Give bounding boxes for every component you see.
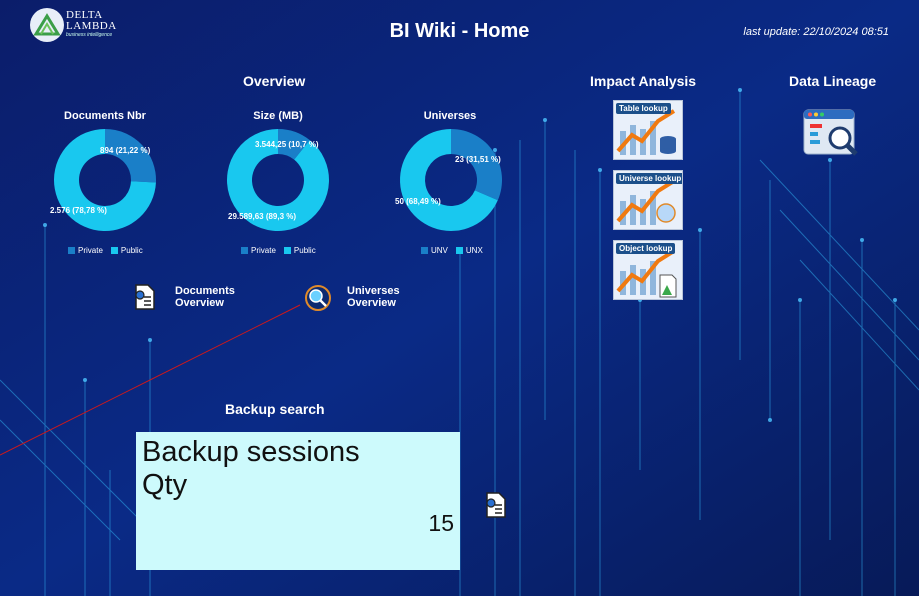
table-lookup-label: Table lookup — [616, 103, 671, 114]
legend-item-private: Private — [68, 246, 103, 255]
universe-lookup-tile[interactable]: Universe lookup — [613, 170, 683, 230]
data-lineage-button[interactable] — [802, 106, 864, 169]
donut-slice-universes-unv — [451, 129, 503, 201]
data-label-documents-private: 894 (21,22 %) — [100, 146, 151, 155]
data-label-size-public: 29.589,63 (89,3 %) — [228, 212, 297, 221]
documents-overview-link[interactable]: Documents Overview — [133, 283, 235, 316]
legend-universes: UNV UNX — [421, 246, 483, 255]
legend-item-private: Private — [241, 246, 276, 255]
legend-size: Private Public — [241, 246, 316, 255]
universe-lookup-label: Universe lookup — [616, 173, 682, 184]
document-search-icon — [135, 284, 155, 310]
data-label-universes-unv: 23 (31,51 %) — [455, 155, 501, 164]
backup-search-button[interactable] — [484, 491, 508, 524]
documents-overview-label-line1: Documents — [175, 285, 235, 297]
impact-analysis-heading: Impact Analysis — [590, 73, 697, 89]
legend-item-public: Public — [110, 246, 143, 255]
data-label-documents-public: 2.576 (78,78 %) — [50, 206, 107, 215]
data-label-universes-unx: 50 (68,49 %) — [395, 197, 441, 206]
universes-overview-label-line2: Overview — [347, 297, 396, 309]
data-lineage-icon — [803, 109, 858, 156]
donut-slice-documents-nbr-private — [105, 129, 156, 183]
documents-overview-label-line2: Overview — [175, 297, 224, 309]
backup-sessions-label-line2: Qty — [142, 469, 188, 501]
data-lineage-heading: Data Lineage — [789, 73, 877, 89]
object-lookup-label: Object lookup — [616, 243, 676, 254]
document-search-icon — [486, 492, 506, 518]
legend-documents: Private Public — [68, 246, 143, 255]
backup-sessions-label-line1: Backup sessions — [142, 436, 360, 468]
object-lookup-tile[interactable]: Object lookup — [613, 240, 683, 300]
backup-search-heading: Backup search — [225, 401, 325, 417]
legend-item-unx: UNX — [455, 246, 483, 255]
universes-overview-link[interactable]: Universes Overview — [303, 283, 400, 318]
backup-sessions-qty: 15 — [428, 510, 454, 536]
table-lookup-tile[interactable]: Table lookup — [613, 100, 683, 160]
legend-item-unv: UNV — [421, 246, 448, 255]
legend-item-public: Public — [283, 246, 316, 255]
data-label-size-private: 3.544,25 (10,7 %) — [255, 140, 319, 149]
universe-magnifier-icon — [305, 285, 331, 311]
backup-sessions-card[interactable]: Backup sessions Qty 15 — [136, 432, 460, 570]
universes-overview-label-line1: Universes — [347, 285, 400, 297]
